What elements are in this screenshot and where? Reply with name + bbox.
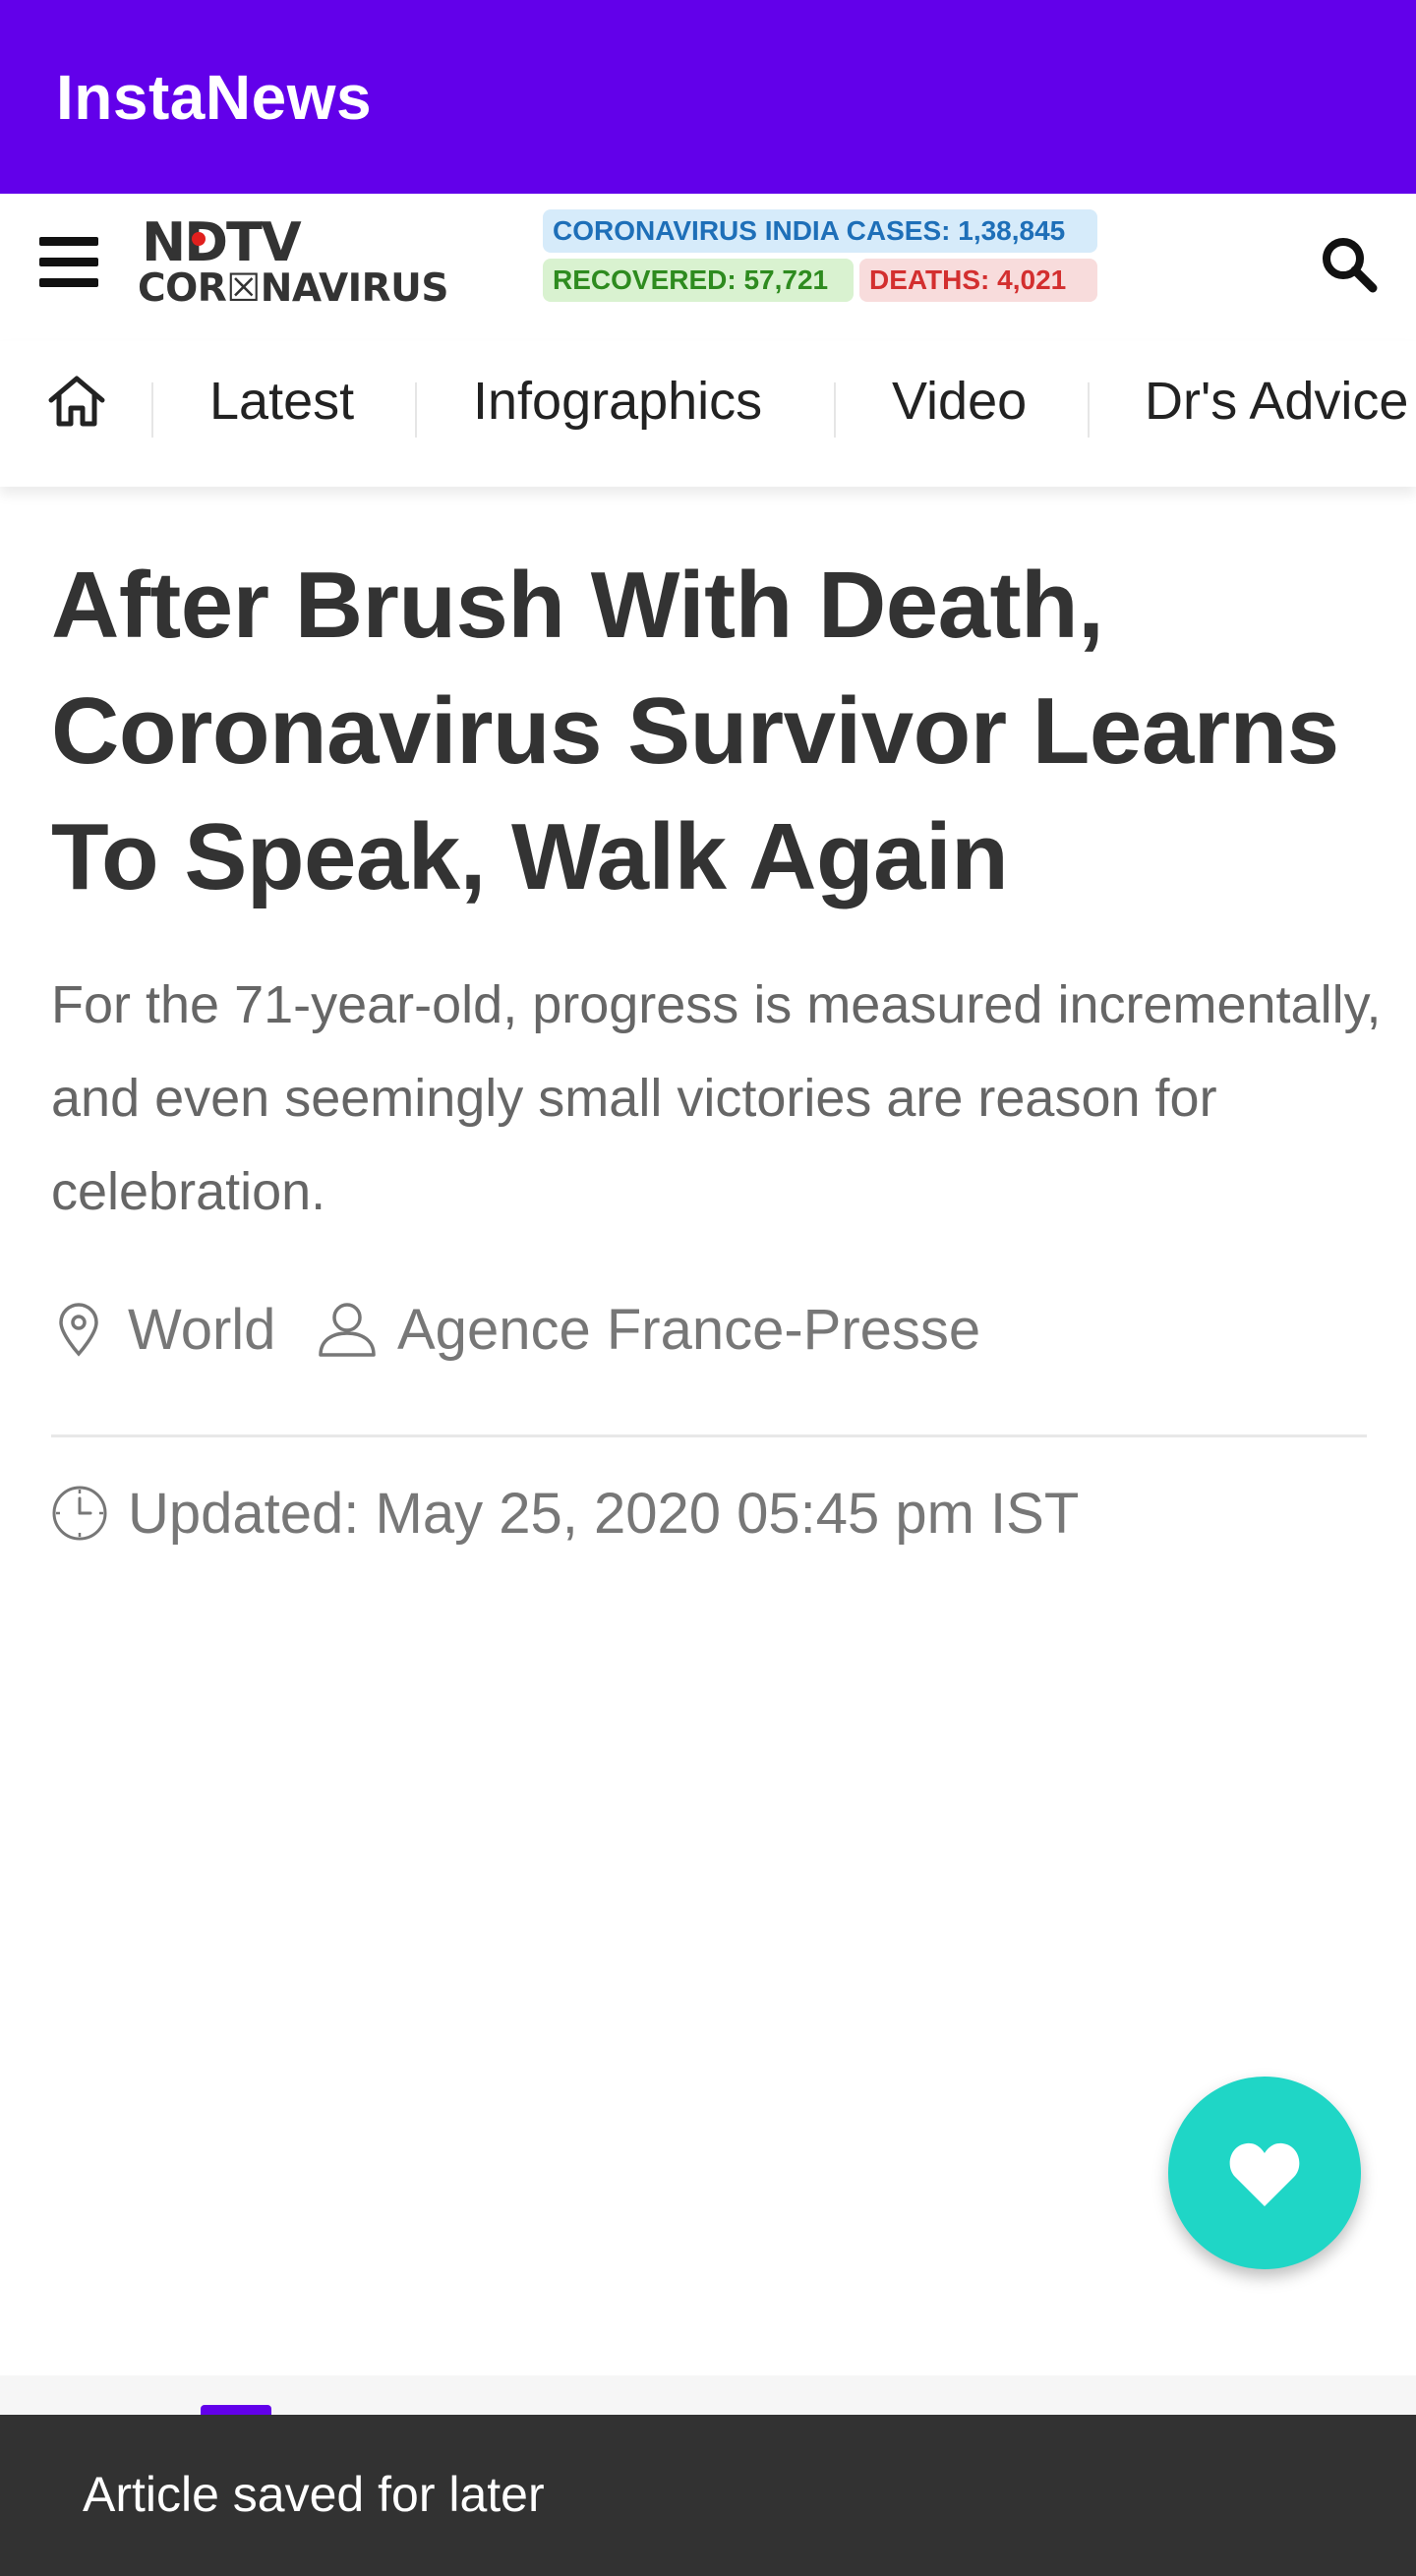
article-meta: World Agence France-Presse — [51, 1293, 1369, 1372]
article-headline: After Brush With Death, Coronavirus Surv… — [51, 553, 1339, 909]
deaths-badge[interactable]: DEATHS: 4,021 — [859, 259, 1097, 302]
nav-divider — [834, 382, 836, 438]
nav-divider — [415, 382, 417, 438]
site-header: NDTV COR☒NAVIRUS CORONAVIRUS INDIA CASES… — [0, 194, 1416, 341]
nav-item-drs-advice[interactable]: Dr's Advice — [1145, 371, 1408, 432]
app-title: InstaNews — [56, 62, 373, 133]
section-nav: Latest Infographics Video Dr's Advice — [0, 341, 1416, 487]
nav-divider — [1088, 382, 1090, 438]
heart-icon — [1229, 2142, 1300, 2206]
home-icon[interactable] — [45, 371, 108, 434]
author-person-icon — [319, 1303, 376, 1357]
article-updated: Updated: May 25, 2020 05:45 pm IST — [51, 1477, 1369, 1555]
logo-ndtv-text: NDTV — [142, 211, 302, 273]
article-location[interactable]: World — [128, 1297, 275, 1363]
recovered-badge[interactable]: RECOVERED: 57,721 — [543, 259, 854, 302]
updated-timestamp: Updated: May 25, 2020 05:45 pm IST — [128, 1482, 1080, 1546]
meta-divider — [51, 1434, 1367, 1437]
logo-coronavirus-text: COR☒NAVIRUS — [138, 266, 448, 311]
save-favorite-button[interactable] — [1168, 2077, 1361, 2269]
location-pin-icon — [59, 1303, 98, 1357]
nav-item-video[interactable]: Video — [892, 371, 1027, 432]
clock-icon — [52, 1486, 107, 1541]
snackbar: Article saved for later — [0, 2415, 1416, 2576]
app-bar: InstaNews — [0, 0, 1416, 194]
ndtv-coronavirus-logo[interactable]: NDTV COR☒NAVIRUS — [138, 211, 452, 329]
nav-divider — [151, 382, 153, 438]
search-icon[interactable] — [1318, 233, 1381, 296]
article-summary: For the 71-year-old, progress is measure… — [51, 975, 1382, 1221]
nav-item-latest[interactable]: Latest — [209, 371, 354, 432]
india-cases-badge[interactable]: CORONAVIRUS INDIA CASES: 1,38,845 — [543, 209, 1097, 253]
article-author[interactable]: Agence France-Presse — [397, 1297, 980, 1363]
nav-item-infographics[interactable]: Infographics — [473, 371, 762, 432]
snackbar-message: Article saved for later — [83, 2467, 545, 2522]
hamburger-menu-icon[interactable] — [39, 237, 98, 288]
logo-red-dot — [192, 232, 206, 246]
